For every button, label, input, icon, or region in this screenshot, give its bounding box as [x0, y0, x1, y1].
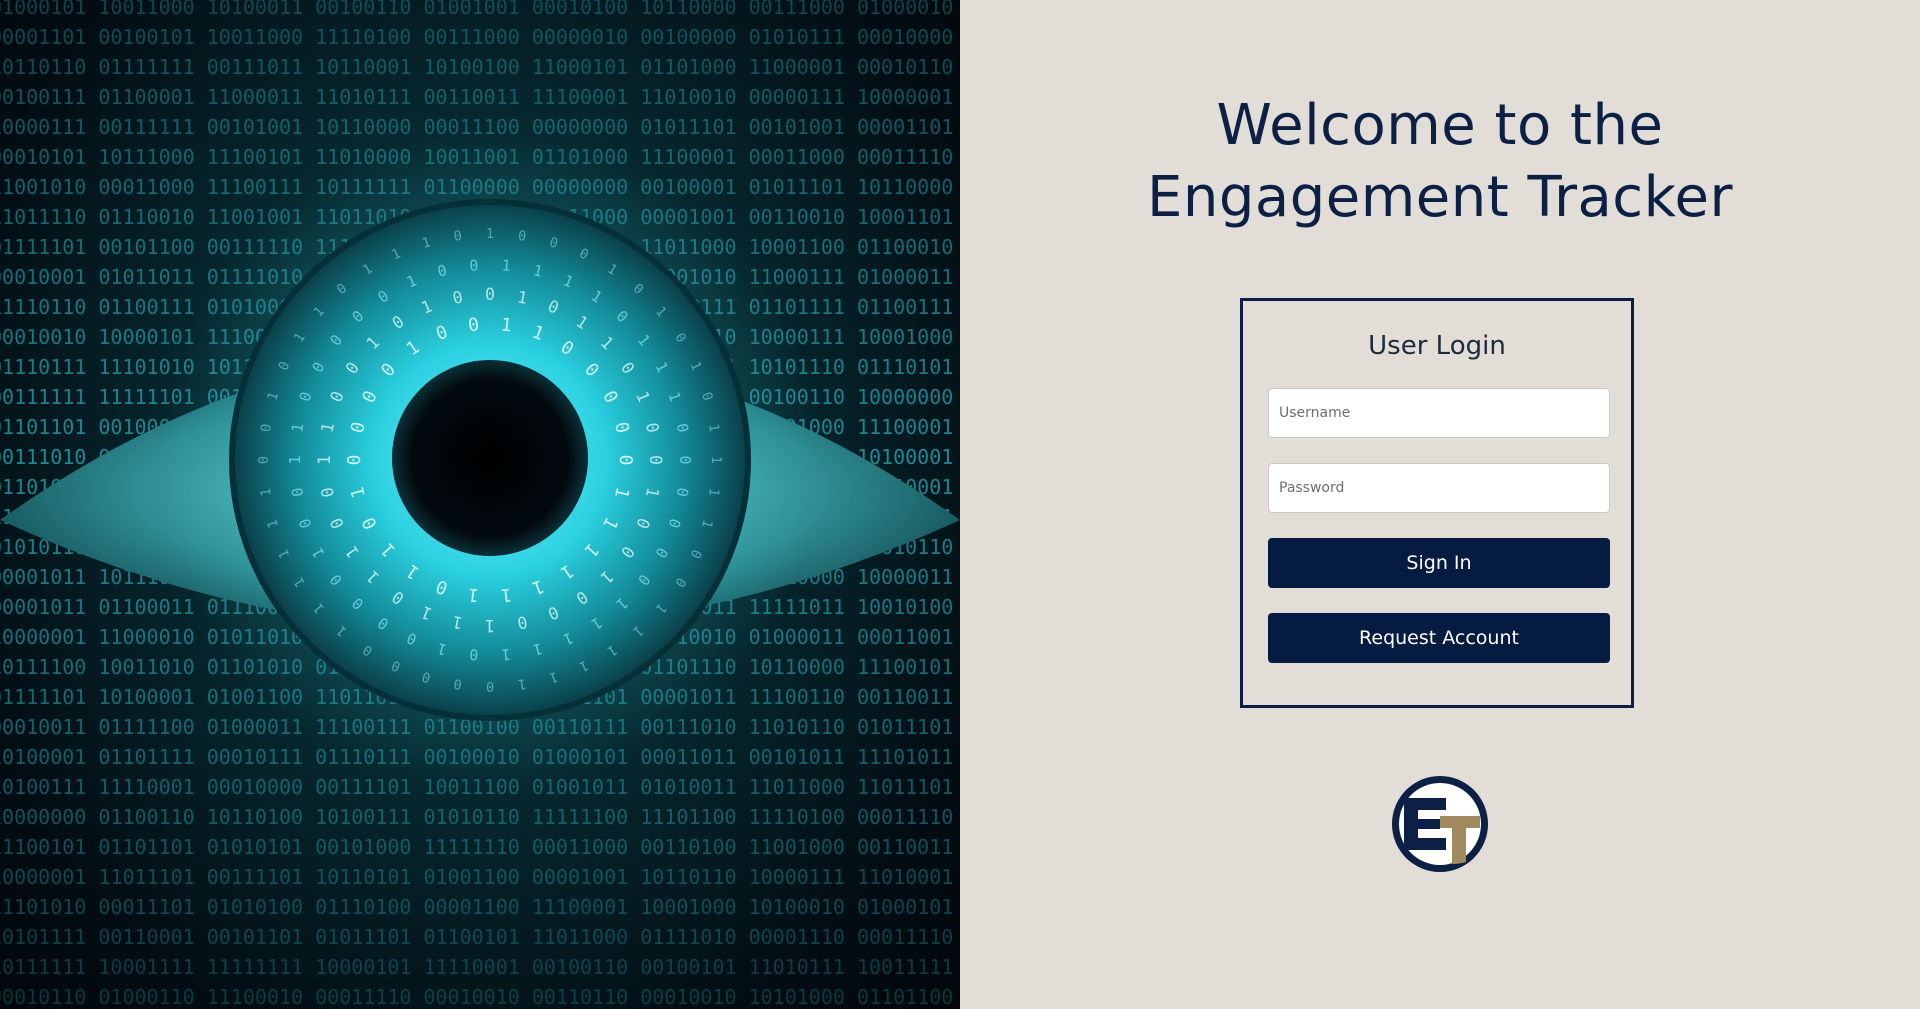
svg-text:1: 1 [501, 645, 511, 664]
svg-text:0: 0 [344, 455, 365, 466]
binary-eye-icon: 01000101 10011000 10100011 00100110 0100… [0, 0, 960, 1009]
welcome-title-line2: Engagement Tracker [1146, 165, 1733, 230]
svg-text:01000101 10011000 10100011 001: 01000101 10011000 10100011 00100110 0100… [0, 0, 960, 19]
svg-text:1: 1 [708, 456, 724, 464]
svg-text:0: 0 [485, 285, 495, 304]
svg-text:1: 1 [486, 226, 494, 242]
svg-text:0: 0 [646, 455, 665, 465]
svg-text:1: 1 [315, 455, 334, 465]
eye-pupil [392, 360, 588, 556]
svg-text:10000001 11011101 00111101 101: 10000001 11011101 00111101 10110101 0100… [0, 865, 960, 889]
welcome-title: Welcome to the Engagement Tracker [960, 90, 1920, 234]
svg-text:00100111 01100001 11000011 110: 00100111 01100001 11000011 11010111 0011… [0, 85, 960, 109]
login-panel: Welcome to the Engagement Tracker User L… [960, 0, 1920, 1009]
svg-text:00010110 01000110 11100010 000: 00010110 01000110 11100010 00011110 0001… [0, 985, 960, 1009]
svg-text:10101111 00110001 00101101 010: 10101111 00110001 00101101 01011101 0110… [0, 925, 960, 949]
password-input[interactable] [1268, 463, 1610, 513]
svg-text:10000000 01100110 10110100 101: 10000000 01100110 10110100 10100111 0101… [0, 805, 960, 829]
request-account-button[interactable]: Request Account [1268, 613, 1610, 663]
welcome-title-line1: Welcome to the [1216, 93, 1664, 158]
svg-text:11101010 00011101 01010100 011: 11101010 00011101 01010100 01110100 0000… [0, 895, 960, 919]
login-form: User Login Sign In Request Account [1240, 298, 1634, 708]
svg-text:0: 0 [256, 456, 272, 464]
svg-text:0: 0 [469, 256, 479, 275]
svg-text:1: 1 [286, 455, 304, 464]
username-input[interactable] [1268, 388, 1610, 438]
svg-text:0: 0 [486, 678, 494, 694]
svg-text:0: 0 [615, 455, 636, 466]
svg-text:1: 1 [485, 616, 495, 635]
svg-text:0: 0 [469, 645, 479, 664]
svg-text:0: 0 [676, 455, 694, 464]
svg-text:00001101 00100101 10011000 111: 00001101 00100101 10011000 11110100 0011… [0, 25, 960, 49]
login-page: 01000101 10011000 10100011 00100110 0100… [0, 0, 1920, 1009]
sign-in-button[interactable]: Sign In [1268, 538, 1610, 588]
svg-text:11100101 01101101 01010101 001: 11100101 01101101 01010101 00101000 1111… [0, 835, 960, 859]
svg-text:1: 1 [501, 256, 511, 275]
login-heading: User Login [1368, 331, 1506, 361]
svg-text:10110110 01111111 00111011 101: 10110110 01111111 00111011 10110001 1010… [0, 55, 960, 79]
hero-image: 01000101 10011000 10100011 00100110 0100… [0, 0, 960, 1009]
et-logo-icon [1388, 772, 1492, 876]
svg-text:10111111 10001111 11111111 100: 10111111 10001111 11111111 10000101 1111… [0, 955, 960, 979]
